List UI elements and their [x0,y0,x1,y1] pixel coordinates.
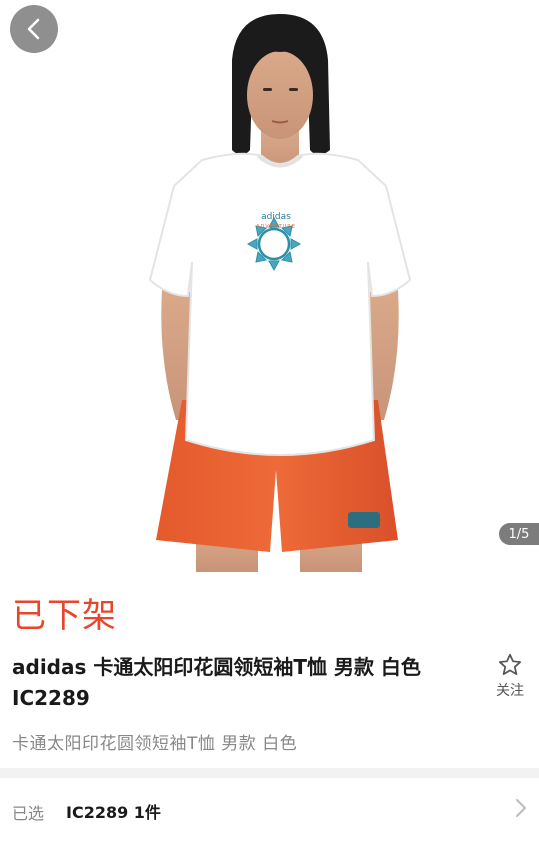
image-counter: 1/5 [499,523,539,545]
selected-label: 已选 [12,804,45,823]
product-title: adidas 卡通太阳印花圆领短袖T恤 男款 白色 IC2289 [12,655,421,710]
delisted-status: 已下架 [12,596,117,636]
follow-button[interactable]: 关注 [488,652,532,700]
selected-value: IC2289 1件 [66,803,161,822]
back-button[interactable] [10,5,58,53]
chevron-right-icon [516,799,526,817]
chevron-left-icon [27,18,40,40]
selected-spec-row[interactable]: 已选 IC2289 1件 [0,778,539,842]
product-photo: adidas ADVENTURE [148,14,412,572]
tshirt-subtext: ADVENTURE [256,224,296,230]
follow-label: 关注 [496,683,524,699]
tshirt-logo-text: adidas [261,212,291,222]
star-outline-icon [498,653,522,675]
section-divider [0,768,539,778]
product-image-gallery[interactable]: adidas ADVENTURE 1/5 [0,0,539,572]
product-subtitle: 卡通太阳印花圆领短袖T恤 男款 白色 [12,734,298,754]
